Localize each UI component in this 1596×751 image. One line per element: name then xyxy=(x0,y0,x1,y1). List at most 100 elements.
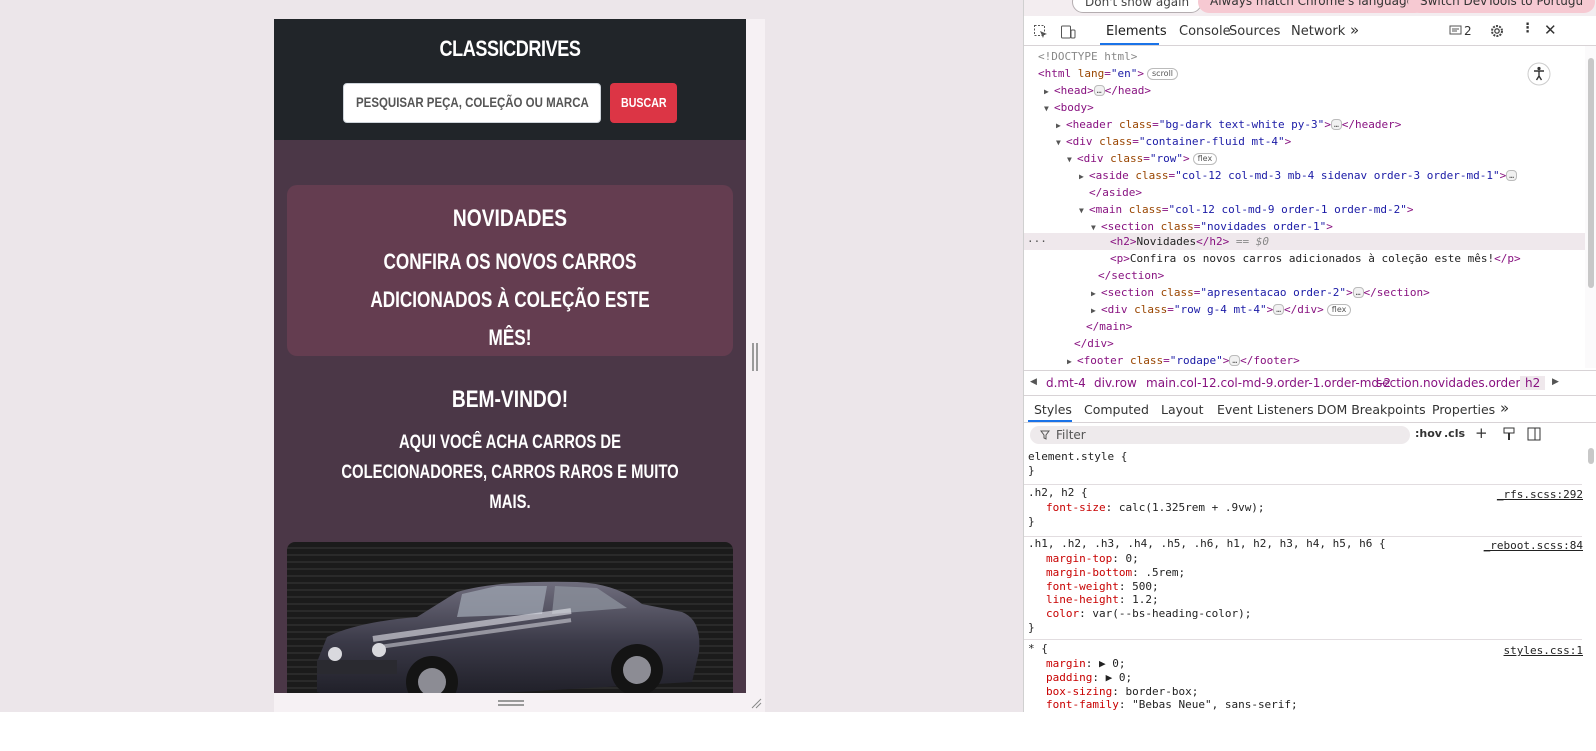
site-header: CLASSICDRIVES PESQUISAR PEÇA, COLEÇÃO OU… xyxy=(274,19,746,140)
cls-toggle[interactable]: .cls xyxy=(1444,427,1465,440)
tab-console[interactable]: Console xyxy=(1179,24,1231,39)
rule-h2-selector[interactable]: .h2, h2 { xyxy=(1028,486,1088,500)
issues-icon[interactable] xyxy=(1449,25,1463,37)
styles-scrollbar-thumb[interactable] xyxy=(1588,448,1594,464)
tab-sources[interactable]: Sources xyxy=(1229,24,1280,39)
rule-h2-source-link[interactable]: _rfs.scss:292 xyxy=(1497,488,1583,502)
dom-h2-selected[interactable]: <h2>Novidades</h2> == $0 xyxy=(1110,233,1269,250)
dom-row-div[interactable]: ▼ <div class="row"> flex xyxy=(1067,150,1218,167)
rule-close-brace: } xyxy=(1028,515,1035,528)
tab-properties[interactable]: Properties xyxy=(1432,402,1495,417)
devtools-tabbar: Elements Console Sources Network » 2 ⋮ ✕ xyxy=(1024,18,1596,46)
corner-resize-handle[interactable] xyxy=(750,697,762,709)
dom-scrollbar-thumb[interactable] xyxy=(1588,58,1594,288)
rule-universal-declaration[interactable]: font-family: "Bebas Neue", sans-serif; xyxy=(1046,698,1298,712)
dom-container-div[interactable]: ▼ <div class="container-fluid mt-4"> xyxy=(1056,133,1291,150)
node-ellipsis-icon[interactable]: ··· xyxy=(1027,233,1047,250)
rule-h2-declaration[interactable]: font-size: calc(1.325rem + .9vw); xyxy=(1046,501,1265,515)
dom-section-apresentacao[interactable]: ▶ <section class="apresentacao order-2">…… xyxy=(1091,284,1430,301)
rule-headings-declaration[interactable]: line-height: 1.2; xyxy=(1046,593,1159,607)
rule-headings-declaration[interactable]: font-weight: 500; xyxy=(1046,580,1159,594)
rule-headings-selector[interactable]: .h1, .h2, .h3, .h4, .h5, .h6, h1, h2, h3… xyxy=(1028,537,1386,551)
device-toolbar-icon[interactable] xyxy=(1060,24,1076,40)
breadcrumb-item[interactable]: main.col-12.col-md-9.order-1.order-md-2 xyxy=(1146,376,1391,390)
rule-headings-declaration[interactable]: margin-top: 0; xyxy=(1046,552,1139,566)
news-text: CONFIRA OS NOVOS CARROS ADICIONADOS À CO… xyxy=(370,249,650,350)
rule-headings-declaration[interactable]: margin-bottom: .5rem; xyxy=(1046,566,1185,580)
language-infobar: Don't show again Always match Chrome's l… xyxy=(1024,0,1596,16)
active-tab-indicator xyxy=(1100,43,1159,45)
accessibility-icon[interactable] xyxy=(1527,62,1551,86)
hov-toggle[interactable]: :hov xyxy=(1415,427,1442,440)
rule-universal-declaration[interactable]: padding: ▶ 0; xyxy=(1046,671,1132,685)
welcome-title: BEM-VINDO! xyxy=(451,386,569,413)
width-resize-handle[interactable] xyxy=(752,343,758,371)
tab-styles[interactable]: Styles xyxy=(1034,402,1072,417)
tab-computed[interactable]: Computed xyxy=(1084,402,1149,417)
issues-count[interactable]: 2 xyxy=(1464,24,1472,38)
dom-aside[interactable]: ▶ <aside class="col-12 col-md-3 mb-4 side… xyxy=(1079,167,1518,184)
breadcrumb-item-active[interactable]: h2 xyxy=(1520,376,1546,390)
styles-pane: element.style { } .h2, h2 { _rfs.scss:29… xyxy=(1024,448,1596,712)
more-style-tabs-icon[interactable]: » xyxy=(1500,399,1509,417)
breadcrumb-item[interactable]: d.mt-4 xyxy=(1046,376,1086,390)
dom-main[interactable]: ▼ <main class="col-12 col-md-9 order-1 or… xyxy=(1079,201,1414,218)
search-button[interactable]: BUSCAR xyxy=(610,83,677,123)
welcome-text: AQUI VOCÊ ACHA CARROS DE COLECIONADORES,… xyxy=(341,432,679,513)
close-devtools-icon[interactable]: ✕ xyxy=(1544,21,1557,39)
dom-div-close[interactable]: </div> xyxy=(1074,335,1114,352)
styles-tabbar: Styles Computed Layout Event Listeners D… xyxy=(1024,398,1596,423)
paint-brush-icon[interactable] xyxy=(1502,427,1516,441)
news-card: NOVIDADES CONFIRA OS NOVOS CARROS ADICIO… xyxy=(287,185,733,356)
dom-main-close[interactable]: </main> xyxy=(1086,318,1132,335)
switch-language-button[interactable]: Switch DevTools to Portugu xyxy=(1408,0,1596,13)
element-style-selector[interactable]: element.style { xyxy=(1028,450,1127,464)
filter-placeholder: Filter xyxy=(1056,428,1086,442)
rule-universal-declaration[interactable]: margin: ▶ 0; xyxy=(1046,657,1126,671)
tab-elements[interactable]: Elements xyxy=(1106,24,1167,39)
devtools-panel: Don't show again Always match Chrome's l… xyxy=(1023,0,1596,712)
new-rule-icon[interactable]: + xyxy=(1475,424,1488,442)
tab-event-listeners[interactable]: Event Listeners xyxy=(1217,402,1314,417)
tab-layout[interactable]: Layout xyxy=(1161,402,1204,417)
styles-filter-row: Filter :hov .cls + xyxy=(1024,424,1596,446)
dont-show-again-button[interactable]: Don't show again xyxy=(1072,0,1203,13)
car-image xyxy=(287,542,733,693)
match-language-button[interactable]: Always match Chrome's language xyxy=(1198,0,1426,13)
tab-dom-breakpoints[interactable]: DOM Breakpoints xyxy=(1317,402,1426,417)
height-resize-handle[interactable] xyxy=(498,700,524,706)
rule-universal-selector[interactable]: * { xyxy=(1028,642,1048,656)
rule-universal-source-link[interactable]: styles.css:1 xyxy=(1504,644,1583,658)
dom-body[interactable]: ▼ <body> xyxy=(1044,99,1094,116)
dom-header[interactable]: ▶ <header class="bg-dark text-white py-3"… xyxy=(1056,116,1401,133)
rule-headings-declaration[interactable]: color: var(--bs-heading-color); xyxy=(1046,607,1251,621)
styles-filter-input[interactable]: Filter xyxy=(1030,426,1410,444)
dom-footer[interactable]: ▶ <footer class="rodape">… </footer> xyxy=(1067,352,1300,368)
more-tabs-icon[interactable]: » xyxy=(1350,21,1359,39)
inspect-element-icon[interactable] xyxy=(1033,24,1049,40)
toggle-sidebar-icon[interactable] xyxy=(1527,427,1541,441)
dom-html[interactable]: <html lang="en"> scroll xyxy=(1038,65,1179,82)
rule-universal-declaration[interactable]: box-sizing: border-box; xyxy=(1046,685,1198,699)
search-input[interactable]: PESQUISAR PEÇA, COLEÇÃO OU MARCA xyxy=(343,83,601,123)
more-options-icon[interactable]: ⋮ xyxy=(1521,21,1534,36)
breadcrumb-item[interactable]: div.row xyxy=(1094,376,1137,390)
dom-head[interactable]: ▶ <head>… </head> xyxy=(1044,82,1151,99)
news-title: NOVIDADES xyxy=(452,205,568,232)
site-brand[interactable]: CLASSICDRIVES xyxy=(316,36,703,62)
dom-tree: <!DOCTYPE html> <html lang="en"> scroll ▶… xyxy=(1024,46,1596,368)
dom-row-g4-div[interactable]: ▶ <div class="row g-4 mt-4">… </div> flex xyxy=(1091,301,1352,318)
car-illustration xyxy=(317,581,700,693)
dom-aside-close[interactable]: </aside> xyxy=(1089,184,1142,201)
breadcrumb-scroll-right-icon[interactable]: ▶ xyxy=(1552,377,1559,387)
tab-network[interactable]: Network xyxy=(1291,24,1345,39)
dom-section-close[interactable]: </section> xyxy=(1098,267,1164,284)
dom-doctype[interactable]: <!DOCTYPE html> xyxy=(1038,48,1137,65)
rule-headings-source-link[interactable]: _reboot.scss:84 xyxy=(1484,539,1583,553)
dom-p[interactable]: <p>Confira os novos carros adicionados à… xyxy=(1110,250,1521,267)
settings-gear-icon[interactable] xyxy=(1489,23,1505,39)
breadcrumb-item[interactable]: section.novidades.order-1 xyxy=(1376,376,1532,390)
search-button-label: BUSCAR xyxy=(620,95,667,110)
breadcrumb-scroll-left-icon[interactable]: ◀ xyxy=(1030,377,1037,387)
active-style-tab-indicator xyxy=(1028,420,1072,422)
